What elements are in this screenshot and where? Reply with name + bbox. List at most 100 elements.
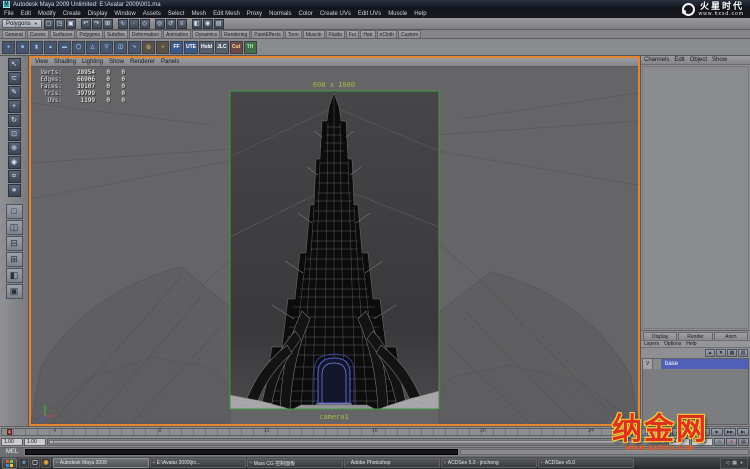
menu-item[interactable]: Window: [114, 11, 135, 17]
shelf-button-ute[interactable]: UTE: [184, 41, 198, 54]
layout-two-stacked-icon[interactable]: ⊟: [6, 236, 23, 251]
snap-to-point-icon[interactable]: ∙: [129, 19, 139, 29]
command-input-field[interactable]: [25, 449, 458, 455]
shelf-tab[interactable]: PaintEffects: [251, 30, 284, 38]
menu-item[interactable]: Edit UVs: [358, 11, 381, 17]
shelf-tab[interactable]: nCloth: [377, 30, 397, 38]
start-button[interactable]: [2, 458, 17, 469]
quicklaunch-desktop-icon[interactable]: ▢: [30, 458, 40, 468]
list-inputs-icon[interactable]: ≡: [177, 19, 187, 29]
move-layer-down-icon[interactable]: ▼: [716, 349, 726, 357]
new-scene-icon[interactable]: ▢: [44, 19, 54, 29]
shelf-tab[interactable]: Subdivs: [104, 30, 128, 38]
poly-plane-icon[interactable]: ▬: [58, 41, 71, 54]
tray-volume-icon[interactable]: ◁: [725, 461, 729, 466]
current-time-marker[interactable]: 1: [7, 429, 12, 435]
layer-editor-menu-item[interactable]: Help: [686, 341, 696, 347]
layer-editor-menu-item[interactable]: Layers: [644, 341, 659, 347]
paint-select-tool-icon[interactable]: ✎: [8, 86, 21, 99]
last-tool-icon[interactable]: ∗: [8, 184, 21, 197]
taskbar-marscg-button[interactable]: ▪ Mars CG 控制面板: [247, 458, 343, 468]
menu-item[interactable]: Proxy: [247, 11, 262, 17]
poly-cone-icon[interactable]: ▲: [44, 41, 57, 54]
shelf-tab[interactable]: Muscle: [303, 30, 325, 38]
menu-item[interactable]: Edit: [21, 11, 31, 17]
menu-item[interactable]: Mesh: [191, 11, 206, 17]
quicklaunch-browser-icon[interactable]: e: [19, 458, 29, 468]
save-scene-icon[interactable]: ▣: [66, 19, 76, 29]
channel-box-menu-item[interactable]: Channels: [644, 57, 669, 63]
layer-editor-menu-item[interactable]: Options: [664, 341, 681, 347]
layout-persp-outliner-icon[interactable]: ◧: [6, 268, 23, 283]
menu-item[interactable]: Help: [414, 11, 426, 17]
new-empty-layer-icon[interactable]: ▦: [727, 349, 737, 357]
range-slider-bar[interactable]: [49, 440, 665, 444]
character-set-menu-icon[interactable]: ◇: [714, 438, 725, 446]
new-layer-from-selected-icon[interactable]: ▧: [738, 349, 748, 357]
rotate-tool-icon[interactable]: ↻: [8, 114, 21, 127]
mirror-geometry-icon[interactable]: ◑: [156, 41, 169, 54]
shelf-tab[interactable]: Fur: [346, 30, 360, 38]
taskbar-acdsee2-button[interactable]: ▪ ACDSee v5.0: [538, 458, 634, 468]
tray-display-icon[interactable]: ▦: [732, 461, 737, 466]
snap-to-grid-icon[interactable]: ⊞: [103, 19, 113, 29]
poly-cube-icon[interactable]: ■: [16, 41, 29, 54]
soft-mod-tool-icon[interactable]: ◉: [8, 156, 21, 169]
poly-prism-icon[interactable]: △: [86, 41, 99, 54]
viewport-menu-item[interactable]: Show: [109, 59, 124, 65]
layout-two-pane-icon[interactable]: ◫: [6, 220, 23, 235]
viewport-menu-item[interactable]: View: [35, 59, 48, 65]
render-settings-icon[interactable]: ▤: [214, 19, 224, 29]
playback-start-field[interactable]: 1.00: [24, 438, 46, 446]
move-layer-up-icon[interactable]: ▲: [705, 349, 715, 357]
shelf-button-ff[interactable]: FF: [170, 41, 183, 54]
layer-visibility-toggle[interactable]: V: [643, 359, 653, 369]
poly-pipe-icon[interactable]: ◫: [114, 41, 127, 54]
animation-start-field[interactable]: 1.00: [1, 438, 23, 446]
shelf-tab[interactable]: General: [2, 30, 26, 38]
tray-safety-icon[interactable]: ●: [740, 461, 743, 466]
shelf-tab[interactable]: Deformation: [129, 30, 162, 38]
layer-name[interactable]: base: [662, 359, 748, 369]
scene-view[interactable]: 600 x 1000 camera1: [31, 67, 638, 424]
taskbar-acdsee-button[interactable]: ▪ ACDSee 5.0 - jincheng: [441, 458, 537, 468]
undo-icon[interactable]: ↶: [81, 19, 91, 29]
viewport-menu-item[interactable]: Renderer: [130, 59, 155, 65]
shelf-tab[interactable]: Surfaces: [50, 30, 76, 38]
channel-box-body[interactable]: [642, 66, 749, 329]
shelf-tab[interactable]: Rendering: [221, 30, 250, 38]
command-line-mode-button[interactable]: MEL: [0, 448, 24, 456]
shelf-tab[interactable]: Toon: [285, 30, 302, 38]
shelf-tab[interactable]: Animation: [163, 30, 191, 38]
layer-row[interactable]: V base: [643, 359, 748, 369]
show-manipulator-icon[interactable]: ¤: [8, 170, 21, 183]
layout-hypershade-icon[interactable]: ▣: [6, 284, 23, 299]
go-to-end-button[interactable]: ▶|: [737, 428, 749, 436]
snap-to-plane-icon[interactable]: ◇: [140, 19, 150, 29]
taskbar-photoshop-button[interactable]: ▪ Adobe Photoshop: [344, 458, 440, 468]
channel-box-menu-item[interactable]: Show: [712, 57, 727, 63]
menu-item[interactable]: Color: [298, 11, 312, 17]
poly-cylinder-icon[interactable]: ▮: [30, 41, 43, 54]
timeline[interactable]: 4812162024 1: [1, 428, 646, 436]
sculpt-geometry-icon[interactable]: ◎: [142, 41, 155, 54]
menu-item[interactable]: File: [4, 11, 14, 17]
range-slider-track[interactable]: [47, 438, 667, 446]
shelf-button-cut[interactable]: Cut: [230, 41, 243, 54]
scale-tool-icon[interactable]: ⊡: [8, 128, 21, 141]
shelf-tab[interactable]: Polygons: [76, 30, 103, 38]
poly-torus-icon[interactable]: ◯: [72, 41, 85, 54]
select-tool-icon[interactable]: ↖: [8, 58, 21, 71]
title-bar[interactable]: M Autodesk Maya 2009 Unlimited: E:\Avata…: [0, 0, 750, 9]
layer-editor-tab[interactable]: Anim: [714, 332, 748, 340]
poly-helix-icon[interactable]: ∿: [128, 41, 141, 54]
redo-icon[interactable]: ↷: [92, 19, 102, 29]
menu-item[interactable]: Create: [63, 11, 81, 17]
menu-item[interactable]: Select: [168, 11, 185, 17]
layer-editor-tab[interactable]: Display: [643, 332, 677, 340]
viewport-menu-item[interactable]: Shading: [54, 59, 76, 65]
shelf-tab[interactable]: Hair: [360, 30, 375, 38]
ipr-render-icon[interactable]: ◉: [203, 19, 213, 29]
shelf-tab[interactable]: Custom: [398, 30, 421, 38]
shelf-button-hold[interactable]: Hold: [199, 41, 214, 54]
